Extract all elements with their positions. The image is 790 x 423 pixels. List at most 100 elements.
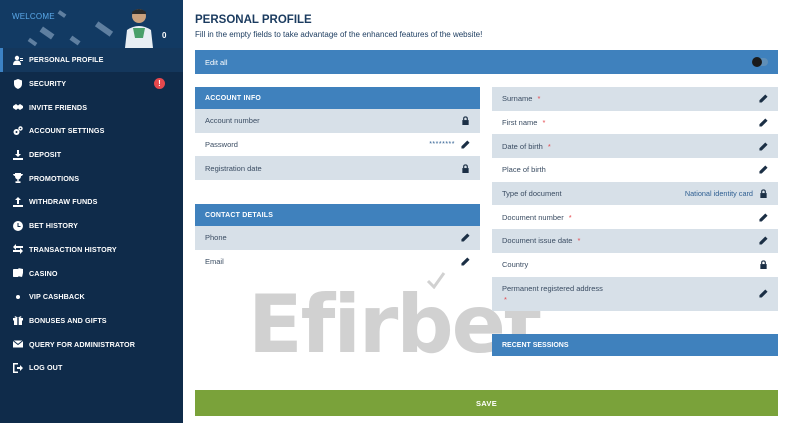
sidebar-item-label: DEPOSIT [29, 150, 62, 160]
email-row[interactable]: Email [195, 250, 480, 274]
pencil-icon[interactable] [759, 289, 768, 298]
required-marker: * [542, 118, 546, 128]
sidebar-item-label: LOG OUT [29, 363, 63, 373]
sidebar-item-label: TRANSACTION HISTORY [29, 244, 117, 254]
field-label: Document number [502, 212, 564, 222]
lock-icon [759, 189, 768, 199]
sidebar-item-label: WITHDRAW FUNDS [29, 197, 98, 207]
sidebar-item-log-out[interactable]: LOG OUT [0, 356, 183, 380]
field-label: Place of birth [502, 165, 546, 175]
avatar[interactable] [117, 4, 161, 48]
sidebar-item-casino[interactable]: CASINO [0, 261, 183, 285]
toggle-knob [752, 57, 762, 67]
surname-row[interactable]: Surname * [492, 87, 778, 111]
sidebar-item-query-for-administrator[interactable]: QUERY FOR ADMINISTRATOR [0, 332, 183, 356]
lock-icon [461, 164, 470, 173]
sidebar-item-invite-friends[interactable]: INVITE FRIENDS [0, 95, 183, 119]
sidebar-item-vip-cashback[interactable]: VIP CASHBACK [0, 285, 183, 309]
arrows-icon [12, 244, 24, 255]
pencil-icon[interactable] [759, 94, 768, 103]
sidebar-item-bet-history[interactable]: BET HISTORY [0, 214, 183, 238]
user-icon [12, 55, 24, 65]
sidebar-item-transaction-history[interactable]: TRANSACTION HISTORY [0, 238, 183, 262]
recent-sessions-header[interactable]: RECENT SESSIONS [492, 334, 778, 356]
pencil-icon[interactable] [461, 257, 470, 266]
handshake-icon [12, 102, 24, 112]
document-issue-date-row[interactable]: Document issue date * [492, 229, 778, 253]
sidebar: WELCOME 0 PERSONAL PROFILE SECURITY ! IN… [0, 0, 183, 423]
pencil-icon[interactable] [759, 236, 768, 246]
place-of-birth-row[interactable]: Place of birth [492, 158, 778, 182]
main-content: PERSONAL PROFILE Fill in the empty field… [185, 0, 790, 423]
trophy-icon [12, 173, 24, 184]
clock-icon [12, 220, 24, 231]
dot-icon [16, 294, 20, 299]
required-marker: * [504, 294, 507, 304]
sidebar-item-label: PROMOTIONS [29, 173, 80, 183]
edit-all-bar: Edit all [195, 50, 778, 74]
save-button[interactable]: SAVE [195, 390, 778, 416]
field-label: Account number [205, 116, 260, 126]
pencil-icon[interactable] [461, 233, 470, 242]
sidebar-item-security[interactable]: SECURITY ! [0, 72, 183, 96]
pencil-icon[interactable] [759, 165, 768, 174]
pencil-icon[interactable] [759, 213, 768, 222]
envelope-icon [12, 339, 24, 349]
sidebar-item-label: BONUSES AND GIFTS [29, 315, 107, 325]
sidebar-item-label: INVITE FRIENDS [29, 102, 88, 112]
field-label: Permanent registered address [502, 283, 603, 293]
pencil-icon[interactable] [461, 140, 470, 149]
lock-icon [461, 116, 470, 126]
gears-icon [12, 126, 24, 136]
sidebar-item-promotions[interactable]: PROMOTIONS [0, 166, 183, 190]
sidebar-item-label: BET HISTORY [29, 221, 79, 231]
cards-icon [12, 268, 24, 278]
date-of-birth-row[interactable]: Date of birth * [492, 134, 778, 159]
welcome-label: WELCOME [12, 12, 55, 21]
page-title: PERSONAL PROFILE [195, 14, 312, 26]
type-of-document-row: Type of document National identity card [492, 181, 778, 206]
sidebar-item-personal-profile[interactable]: PERSONAL PROFILE [0, 48, 183, 72]
sidebar-item-label: CASINO [29, 268, 58, 278]
gift-icon [12, 315, 24, 326]
field-label: Document issue date [502, 236, 573, 246]
first-name-row[interactable]: First name * [492, 111, 778, 135]
balance-value: 0 [162, 31, 167, 40]
required-marker: * [568, 212, 572, 222]
document-number-row[interactable]: Document number * [492, 205, 778, 229]
left-column: ACCOUNT INFO Account number Password ***… [195, 87, 480, 273]
checkmark-icon [426, 272, 446, 289]
permanent-address-row[interactable]: Permanent registered address * [492, 276, 778, 311]
phone-row[interactable]: Phone [195, 226, 480, 250]
required-marker: * [577, 236, 581, 246]
password-value: ******** [429, 141, 455, 149]
field-label: Surname [502, 94, 533, 104]
country-row: Country [492, 253, 778, 277]
upload-icon [12, 196, 24, 207]
required-marker: * [547, 141, 551, 151]
account-info-header: ACCOUNT INFO [195, 87, 480, 109]
field-label: Email [205, 257, 224, 267]
sidebar-item-label: PERSONAL PROFILE [29, 55, 104, 65]
sidebar-item-label: VIP CASHBACK [29, 292, 85, 302]
field-label: Country [502, 260, 529, 270]
sidebar-item-bonuses-and-gifts[interactable]: BONUSES AND GIFTS [0, 309, 183, 333]
sidebar-item-label: QUERY FOR ADMINISTRATOR [29, 339, 135, 349]
field-label: Phone [205, 233, 227, 243]
pencil-icon[interactable] [759, 142, 768, 151]
download-icon [12, 149, 24, 160]
edit-all-label: Edit all [205, 57, 228, 67]
sidebar-item-label: ACCOUNT SETTINGS [29, 126, 105, 136]
password-row[interactable]: Password ******** [195, 133, 480, 157]
sidebar-item-deposit[interactable]: DEPOSIT [0, 143, 183, 167]
security-alert-badge: ! [154, 77, 165, 89]
right-column: Surname * First name * Date of birth * Plac… [492, 87, 778, 311]
account-number-row: Account number [195, 109, 480, 133]
pencil-icon[interactable] [759, 118, 768, 127]
sidebar-item-label: SECURITY [29, 79, 67, 89]
edit-all-toggle[interactable] [752, 57, 768, 67]
sidebar-item-account-settings[interactable]: ACCOUNT SETTINGS [0, 119, 183, 143]
sidebar-item-withdraw-funds[interactable]: WITHDRAW FUNDS [0, 190, 183, 214]
field-label: Registration date [205, 163, 262, 173]
logout-icon [12, 362, 24, 373]
